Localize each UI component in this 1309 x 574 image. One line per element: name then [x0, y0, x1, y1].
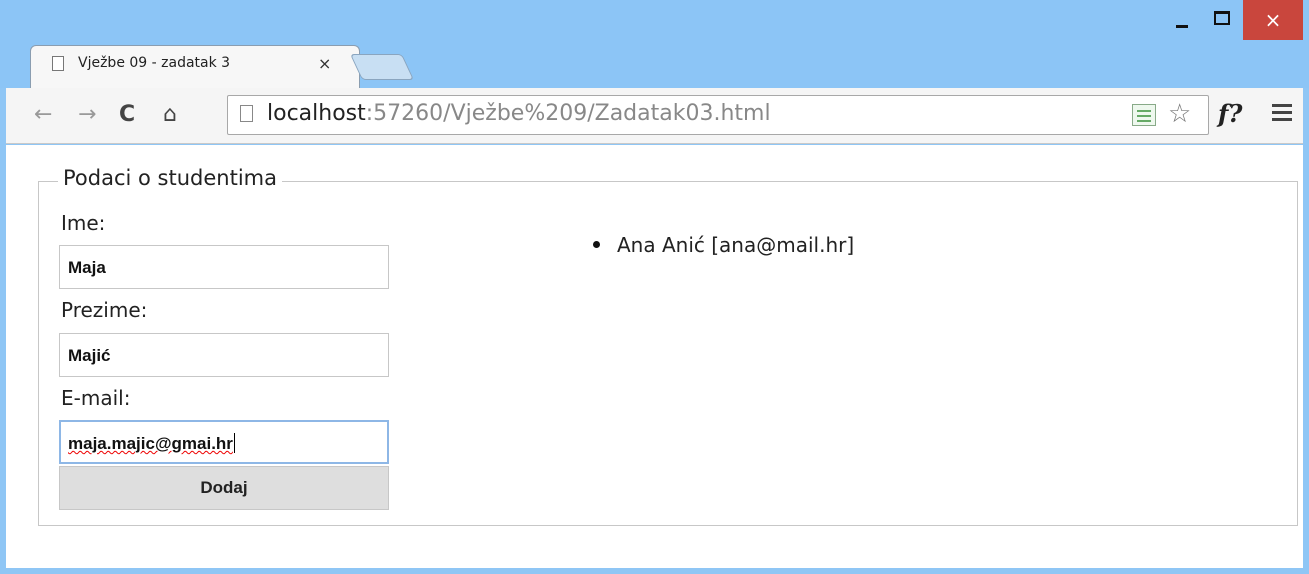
- bookmark-star-icon[interactable]: ☆: [1168, 99, 1191, 129]
- page-icon: [52, 56, 64, 71]
- tab-title: Vježbe 09 - zadatak 3: [78, 55, 231, 71]
- email-input[interactable]: maja.majic@gmai.hr: [59, 420, 389, 464]
- rss-extension-icon[interactable]: [1132, 104, 1156, 126]
- minimize-button[interactable]: [1165, 0, 1199, 40]
- ime-input[interactable]: Maja: [59, 245, 389, 289]
- url-text[interactable]: localhost:57260/Vježbe%209/Zadatak03.htm…: [267, 101, 771, 126]
- prezime-input[interactable]: Majić: [59, 333, 389, 377]
- reload-icon[interactable]: C: [119, 100, 135, 130]
- text-caret: [233, 433, 235, 453]
- tab-close-icon[interactable]: ×: [318, 54, 331, 73]
- add-button[interactable]: Dodaj: [59, 466, 389, 510]
- minimize-icon: [1176, 24, 1188, 28]
- page-icon: [240, 105, 253, 122]
- bullet-icon: [593, 241, 600, 248]
- menu-icon[interactable]: [1272, 104, 1292, 125]
- email-value: maja.majic@gmai.hr: [68, 434, 233, 453]
- url-host: localhost: [267, 101, 366, 126]
- list-item: Ana Anić [ana@mail.hr]: [593, 233, 854, 257]
- student-entry: Ana Anić [ana@mail.hr]: [617, 233, 855, 257]
- prezime-label: Prezime:: [61, 298, 148, 322]
- email-label: E-mail:: [61, 386, 131, 410]
- url-path: :57260/Vježbe%209/Zadatak03.html: [365, 101, 771, 126]
- back-arrow-icon[interactable]: ←: [34, 100, 52, 130]
- extension-fx-icon[interactable]: f?: [1218, 99, 1242, 128]
- fieldset-legend: Podaci o studentima: [58, 166, 282, 190]
- student-list: Ana Anić [ana@mail.hr]: [593, 233, 854, 257]
- home-icon[interactable]: ⌂: [163, 100, 177, 130]
- maximize-icon: [1214, 11, 1230, 25]
- ime-label: Ime:: [61, 211, 106, 235]
- maximize-button[interactable]: [1205, 0, 1239, 40]
- forward-arrow-icon[interactable]: →: [78, 100, 96, 130]
- close-window-button[interactable]: ×: [1243, 0, 1303, 40]
